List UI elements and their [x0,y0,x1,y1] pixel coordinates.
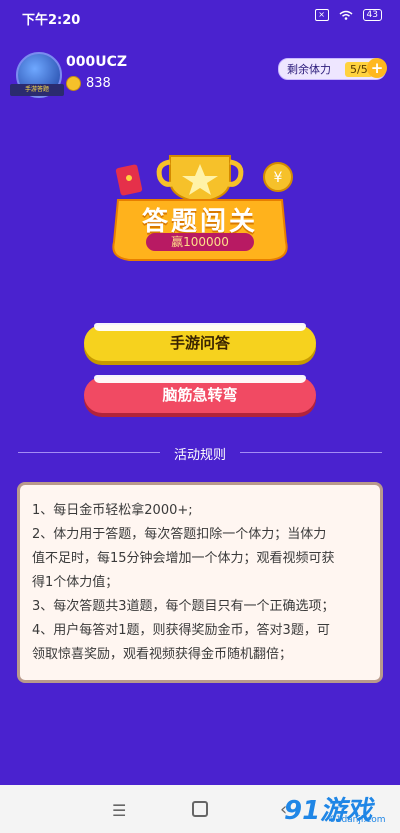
game-quiz-label: 手游问答 [169,334,230,352]
rule-line: 得1个体力值； [32,575,119,590]
riddle-label: 脑筋急转弯 [162,386,238,404]
rules-card: 1、每日金币轻松拿2000+; 2、体力用于答题，每次答题扣除一个体力；当体力 … [17,482,383,683]
avatar-banner: 手游答题 [10,84,64,96]
wifi-icon [339,10,353,20]
coin-icon [66,76,81,91]
stamina-indicator: 剩余体力 5/5 + [278,58,387,80]
rule-line: 值不足时，每15分钟会增加一个体力；观看视频可获 [32,551,335,566]
snow-decoration [94,375,306,383]
coin-count: 838 [86,76,111,91]
prize-label: 赢100000 [146,233,254,251]
no-sim-icon: × [314,9,329,21]
rule-line: 1、每日金币轻松拿2000+; [32,503,193,518]
quiz-logo: ¥ 答题闯关 赢100000 [0,150,400,280]
svg-text:¥: ¥ [274,170,283,186]
menu-icon[interactable]: ☰ [112,801,126,820]
rule-line: 2、体力用于答题，每次答题扣除一个体力；当体力 [32,527,327,542]
home-icon[interactable] [192,801,208,817]
stamina-label: 剩余体力 [287,63,331,76]
watermark-url: 91danji.com [330,815,386,825]
username: 000UCZ [66,54,128,70]
add-stamina-button[interactable]: + [367,58,387,78]
battery-icon: 43 [362,9,382,21]
status-icons: × 43 [314,9,382,21]
rule-line: 领取惊喜奖励，观看视频获得金币随机翻倍； [32,647,293,662]
status-time: 下午2:20 [22,13,81,28]
riddle-button[interactable]: 脑筋急转弯 [84,375,316,413]
snow-decoration [94,323,306,331]
rule-line: 3、每次答题共3道题，每个题目只有一个正确选项； [32,599,335,614]
rules-heading: 活动规则 [0,444,400,463]
game-quiz-button[interactable]: 手游问答 [84,323,316,361]
rule-line: 4、用户每答对1题，则获得奖励金币，答对3题，可 [32,623,330,638]
rules-title: 活动规则 [159,448,240,463]
coin-balance: 838 [66,76,111,91]
status-bar: 下午2:20 × 43 [0,0,400,34]
